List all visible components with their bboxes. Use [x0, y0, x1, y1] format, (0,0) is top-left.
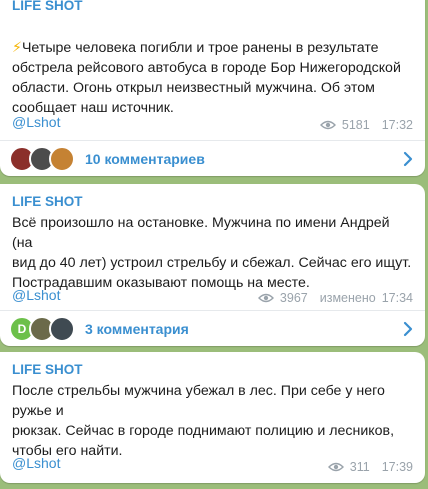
commenter-avatars: D: [9, 316, 75, 342]
views-count: 3967: [279, 291, 308, 305]
message-meta: 3967 изменено 17:34: [257, 291, 413, 305]
eye-icon: [327, 462, 344, 472]
comments-button[interactable]: D 3 комментария: [0, 311, 425, 346]
views-count: 5181: [341, 118, 370, 132]
message-text: ⚡Четыре человека погибли и трое ранены в…: [12, 40, 401, 116]
message-text: После стрельбы мужчина убежал в лес. При…: [12, 383, 395, 459]
channel-name[interactable]: LIFE SHOT: [12, 362, 83, 377]
message-text: Всё произошло на остановке. Мужчина по и…: [12, 215, 412, 291]
avatar: [49, 316, 75, 342]
message-meta: 311 17:39: [327, 460, 413, 474]
channel-name[interactable]: LIFE SHOT: [12, 0, 83, 13]
message-time: 17:32: [381, 118, 413, 132]
chevron-right-icon[interactable]: [403, 321, 413, 342]
channel-link[interactable]: @Lshot: [12, 287, 60, 303]
eye-icon: [257, 293, 274, 303]
message-bubble[interactable]: LIFE SHOT Всё произошло на остановке. Му…: [0, 184, 425, 346]
channel-name[interactable]: LIFE SHOT: [12, 194, 83, 209]
lightning-icon: ⚡: [12, 40, 22, 56]
commenter-avatars: [9, 146, 75, 172]
message-bubble[interactable]: LIFE SHOT ⚡Четыре человека погибли и тро…: [0, 0, 425, 176]
comments-label[interactable]: 3 комментария: [85, 321, 189, 337]
edited-label: изменено: [319, 291, 376, 305]
views-count: 311: [349, 460, 370, 474]
channel-feed: LIFE SHOT ⚡Четыре человека погибли и тро…: [0, 0, 428, 489]
message-meta: 5181 17:32: [319, 118, 413, 132]
avatar: [49, 146, 75, 172]
message-bubble[interactable]: LIFE SHOT После стрельбы мужчина убежал …: [0, 352, 425, 483]
channel-link[interactable]: @Lshot: [12, 455, 60, 471]
comments-label[interactable]: 10 комментариев: [85, 151, 205, 167]
channel-link[interactable]: @Lshot: [12, 114, 60, 130]
comments-button[interactable]: 10 комментариев: [0, 141, 425, 176]
message-time: 17:34: [381, 291, 413, 305]
eye-icon: [319, 120, 336, 130]
chevron-right-icon[interactable]: [403, 151, 413, 172]
message-time: 17:39: [381, 460, 413, 474]
